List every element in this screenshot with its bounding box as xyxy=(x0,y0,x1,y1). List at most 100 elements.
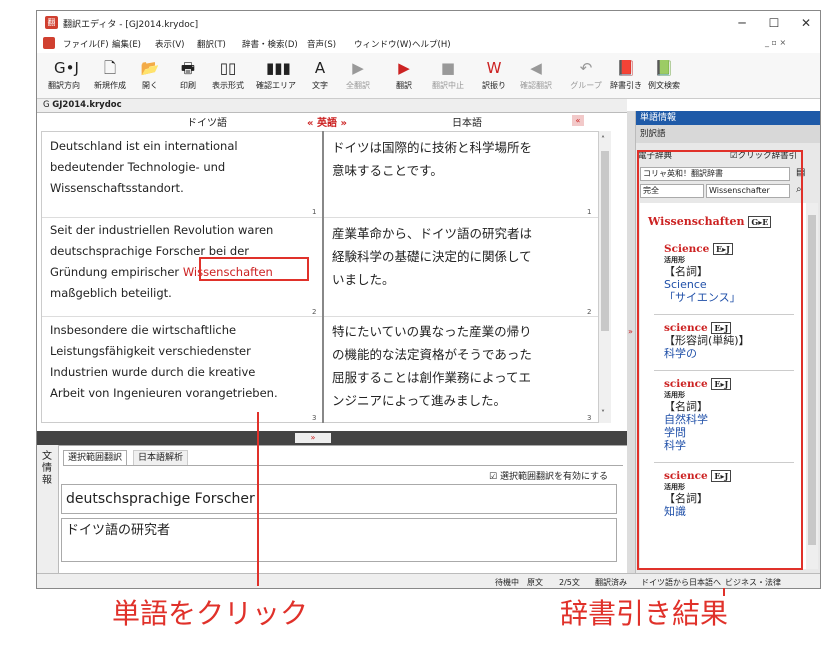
scrollbar-thumb[interactable] xyxy=(601,151,609,331)
menu-1[interactable]: 編集(E) xyxy=(112,38,141,50)
toolbar-icon: ■ xyxy=(440,59,456,77)
menu-4[interactable]: 辞書・検索(D) xyxy=(242,38,298,50)
menu-bar: ファイル(F) 編集(E) 表示(V) 翻訳(T) 辞書・検索(D) 音声(S) ウィンドウ… xyxy=(37,35,820,53)
toolbar-button-13[interactable]: 📕 辞書引き xyxy=(605,55,647,97)
status-item: 2/5文 xyxy=(559,578,580,587)
toolbar-label: 開く xyxy=(142,81,158,90)
segment-number: 1 xyxy=(312,208,317,216)
toolbar-label: 例文検索 xyxy=(648,81,680,90)
document-tab-bar: G GJ2014.krydoc xyxy=(37,99,627,113)
editor-vertical-scrollbar[interactable]: ˄ ˅ xyxy=(599,131,611,423)
segment-number: 3 xyxy=(587,414,592,422)
doc-icon[interactable] xyxy=(43,37,55,49)
callout-line-left xyxy=(257,412,259,586)
enable-selection-checkbox[interactable]: ☑ 選択範囲翻訳を有効にする xyxy=(489,469,608,482)
menu-2[interactable]: 表示(V) xyxy=(155,38,184,50)
sentence-info-tab[interactable]: 文情報 xyxy=(37,445,59,576)
toolbar-button-1[interactable]: 🗋 新規作成 xyxy=(89,55,131,97)
status-item: 原文 xyxy=(527,578,543,587)
toolbar-label: 翻訳中止 xyxy=(432,81,464,90)
toolbar-button-12[interactable]: ↶ グループ xyxy=(565,55,607,97)
segment-number: 3 xyxy=(312,414,317,422)
tab-underline xyxy=(63,465,623,466)
title-bar: 翻 翻訳エディタ - [GJ2014.krydoc] ─ ☐ ✕ xyxy=(37,11,820,35)
collapse-column-button[interactable]: « xyxy=(572,115,584,126)
toolbar-button-8[interactable]: ▶ 翻訳 xyxy=(383,55,425,97)
document-tab[interactable]: G GJ2014.krydoc xyxy=(43,100,122,110)
toolbar-icon: ▯▯ xyxy=(219,59,237,77)
toolbar-label: 表示形式 xyxy=(212,81,244,90)
toolbar-icon: ↶ xyxy=(579,59,593,77)
dict-result-highlight-box xyxy=(637,150,803,570)
toolbar-button-5[interactable]: ▮▮▮ 確認エリア xyxy=(255,55,297,97)
toolbar-button-6[interactable]: A 文字 xyxy=(299,55,341,97)
column-divider xyxy=(322,131,324,423)
app-window: 翻 翻訳エディタ - [GJ2014.krydoc] ─ ☐ ✕ ファイル(F)… xyxy=(36,10,821,589)
toolbar-label: 翻訳 xyxy=(396,81,412,90)
toolbar-label: 訳振り xyxy=(482,81,506,90)
segment-divider xyxy=(42,217,598,218)
maximize-button[interactable]: ☐ xyxy=(759,13,789,33)
tab-selection-translation[interactable]: 選択範囲翻訳 xyxy=(63,450,128,465)
source-segment-3[interactable]: Insbesondere die wirtschaftliche Leistung… xyxy=(50,320,312,404)
toolbar-button-3[interactable]: 🖶 印刷 xyxy=(167,55,209,97)
toolbar-button-7[interactable]: ▶ 全翻訳 xyxy=(337,55,379,97)
toolbar-label: 全翻訳 xyxy=(346,81,370,90)
app-icon: 翻 xyxy=(45,16,58,29)
toolbar-label: グループ xyxy=(570,81,602,90)
caption-click-word: 単語をクリック xyxy=(112,597,309,630)
toolbar-icon: 🖶 xyxy=(180,59,196,77)
toolbar-label: 文字 xyxy=(312,81,328,90)
menu-6[interactable]: ウィンドウ(W) xyxy=(354,38,412,50)
source-segment-1[interactable]: Deutschland ist ein international bedeute… xyxy=(50,136,312,199)
toolbar-icon: 📕 xyxy=(616,59,636,77)
toolbar-label: 辞書引き xyxy=(610,81,642,90)
translation-editor[interactable]: Deutschland ist ein international bedeute… xyxy=(41,131,599,423)
target-column-header: 日本語 xyxy=(452,118,482,129)
toolbar-icon: ◀ xyxy=(530,59,542,77)
sentence-info-panel: 選択範囲翻訳 日本語解析 ☑ 選択範囲翻訳を有効にする deutschsprac… xyxy=(59,445,627,576)
toolbar-label: 確認エリア xyxy=(256,81,296,90)
mdi-controls[interactable]: _ ▫ × xyxy=(765,38,786,47)
toolbar-icon: W xyxy=(486,59,502,77)
toolbar-button-2[interactable]: 📂 開く xyxy=(129,55,171,97)
menu-0[interactable]: ファイル(F) xyxy=(63,38,109,50)
toolbar-button-9[interactable]: ■ 翻訳中止 xyxy=(427,55,469,97)
english-column-toggle[interactable]: « 英語 » xyxy=(292,114,362,130)
toolbar-button-14[interactable]: 📗 例文検索 xyxy=(643,55,685,97)
toolbar-button-11[interactable]: ◀ 確認翻訳 xyxy=(515,55,557,97)
results-scrollbar[interactable] xyxy=(806,203,818,569)
toolbar-button-0[interactable]: G•J 翻訳方向 xyxy=(43,55,85,97)
minimize-button[interactable]: ─ xyxy=(727,13,757,33)
selection-result-field[interactable]: ドイツ語の研究者 xyxy=(61,518,617,562)
sentence-info-label: 文情報 xyxy=(42,451,52,486)
menu-5[interactable]: 音声(S) xyxy=(307,38,336,50)
target-segment-2[interactable]: 産業革命から、ドイツ語の研究者は 経験科学の基礎に決定的に関係して いました。 xyxy=(332,222,590,291)
splitter-toggle[interactable]: » xyxy=(295,433,331,443)
results-scroll-thumb[interactable] xyxy=(808,215,816,545)
toolbar-label: 印刷 xyxy=(180,81,196,90)
toolbar-button-10[interactable]: W 訳振り xyxy=(473,55,515,97)
side-panel-toggle[interactable]: » xyxy=(627,111,635,573)
status-item: ドイツ語から日本語へ xyxy=(641,578,721,587)
source-column-header: ドイツ語 xyxy=(187,118,227,129)
close-button[interactable]: ✕ xyxy=(791,13,820,33)
toolbar-icon: 📗 xyxy=(654,59,674,77)
menu-7[interactable]: ヘルプ(H) xyxy=(412,38,451,50)
scroll-up-icon[interactable]: ˄ xyxy=(601,135,605,144)
toolbar-button-4[interactable]: ▯▯ 表示形式 xyxy=(207,55,249,97)
selection-source-field[interactable]: deutschsprachige Forscher xyxy=(61,484,617,514)
toolbar-label: 新規作成 xyxy=(94,81,126,90)
tab-japanese-analysis[interactable]: 日本語解析 xyxy=(133,450,189,465)
alt-translation-tab[interactable]: 別訳語 xyxy=(636,125,820,143)
scroll-down-icon[interactable]: ˅ xyxy=(601,409,605,418)
toolbar-label: 確認翻訳 xyxy=(520,81,552,90)
target-segment-3[interactable]: 特にたいていの異なった産業の帰り の機能的な法定資格がそうであった 屈服することは創… xyxy=(332,320,590,412)
target-segment-1[interactable]: ドイツは国際的に技術と科学場所を 意味することです。 xyxy=(332,136,590,182)
segment-number: 1 xyxy=(587,208,592,216)
status-bar: 待機中 原文 2/5文 翻訳済み ドイツ語から日本語へ ビジネス・法律 xyxy=(37,573,820,588)
pane-splitter[interactable]: » xyxy=(37,431,627,445)
toolbar-icon: 🗋 xyxy=(103,59,117,77)
menu-3[interactable]: 翻訳(T) xyxy=(197,38,226,50)
toolbar-icon: 📂 xyxy=(140,59,160,77)
